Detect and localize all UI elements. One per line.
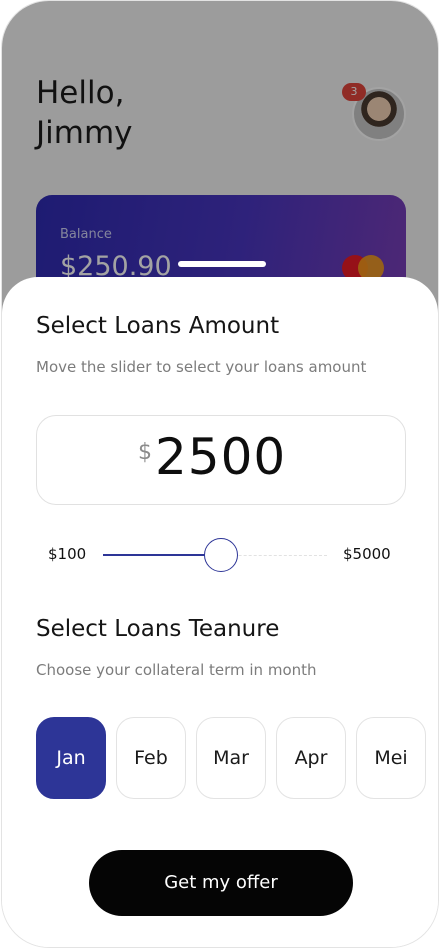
tenure-title: Select Loans Teanure xyxy=(36,616,280,642)
sheet-grabber-handle[interactable] xyxy=(178,261,266,267)
slider-min-label: $100 xyxy=(48,545,87,563)
month-option-jan[interactable]: Jan xyxy=(36,717,106,799)
month-option-feb[interactable]: Feb xyxy=(116,717,186,799)
month-selector: Jan Feb Mar Apr Mei xyxy=(36,717,438,799)
month-option-apr[interactable]: Apr xyxy=(276,717,346,799)
phone-screen: Hello, Jimmy 3 Balance $250.90 Select Lo… xyxy=(1,0,439,948)
month-option-mar[interactable]: Mar xyxy=(196,717,266,799)
loan-amount-title: Select Loans Amount xyxy=(36,313,280,339)
loan-amount-subtitle: Move the slider to select your loans amo… xyxy=(36,358,367,376)
currency-symbol: $ xyxy=(138,440,152,465)
tenure-subtitle: Choose your collateral term in month xyxy=(36,661,317,679)
loan-bottom-sheet: Select Loans Amount Move the slider to s… xyxy=(2,277,438,947)
loan-amount-display: $ 2500 xyxy=(36,415,406,505)
loan-amount-value: 2500 xyxy=(155,428,287,486)
slider-max-label: $5000 xyxy=(343,545,391,563)
slider-thumb[interactable] xyxy=(203,538,238,572)
month-option-mei[interactable]: Mei xyxy=(356,717,426,799)
get-offer-button[interactable]: Get my offer xyxy=(89,850,353,916)
